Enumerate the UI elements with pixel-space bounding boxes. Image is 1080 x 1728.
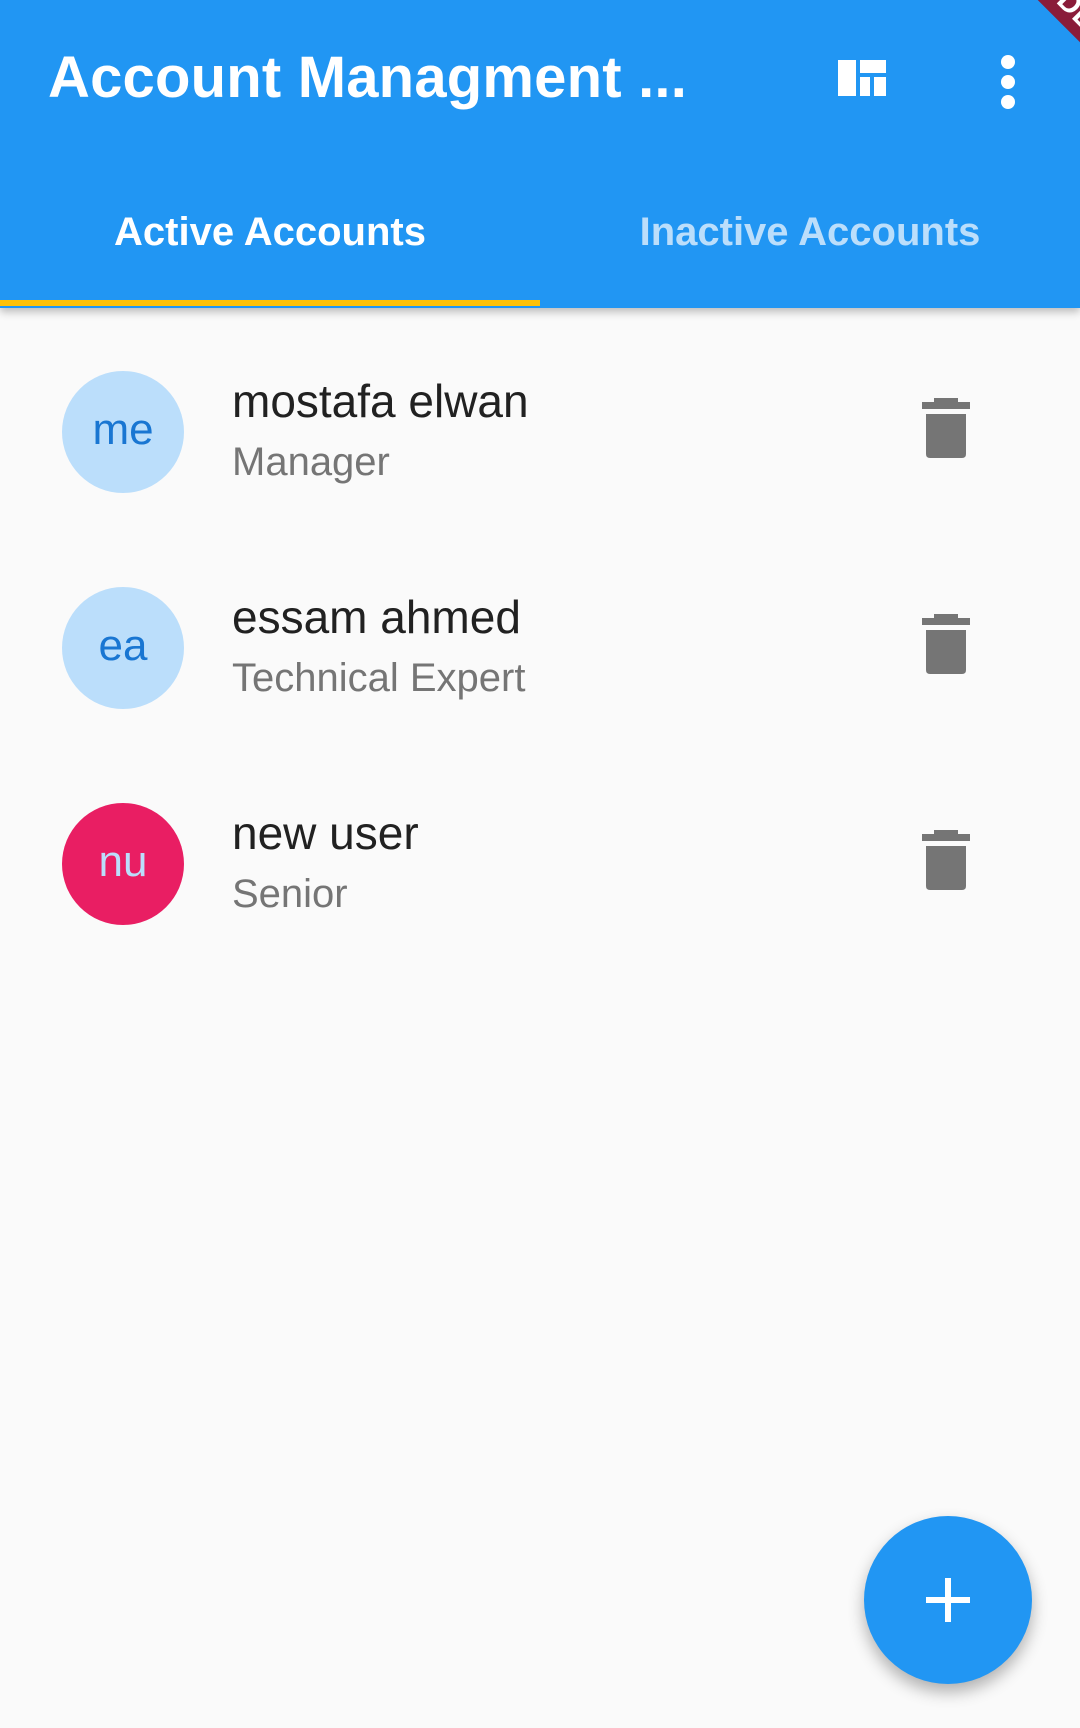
- list-item[interactable]: ea essam ahmed Technical Expert: [0, 532, 1080, 748]
- account-name: essam ahmed: [232, 591, 521, 643]
- dashboard-icon: [838, 60, 886, 96]
- avatar: me: [62, 371, 184, 493]
- add-account-button[interactable]: [864, 1516, 1032, 1684]
- account-role: Manager: [232, 440, 390, 484]
- app-bar: Account Managment ... Active Accounts In…: [0, 0, 1080, 308]
- add-icon: [926, 1578, 970, 1622]
- tab-active-accounts[interactable]: Active Accounts: [0, 190, 540, 308]
- account-name: mostafa elwan: [232, 375, 529, 427]
- debug-label: DEBUG: [1008, 0, 1080, 110]
- avatar: nu: [62, 803, 184, 925]
- delete-button[interactable]: [918, 612, 974, 676]
- account-role: Senior: [232, 872, 348, 916]
- avatar: ea: [62, 587, 184, 709]
- delete-button[interactable]: [918, 396, 974, 460]
- account-name: new user: [232, 807, 419, 859]
- tab-indicator: [0, 300, 540, 306]
- tab-inactive-accounts[interactable]: Inactive Accounts: [540, 190, 1080, 308]
- debug-banner: DEBUG: [970, 0, 1080, 110]
- list-item[interactable]: me mostafa elwan Manager: [0, 316, 1080, 532]
- list-item[interactable]: nu new user Senior: [0, 748, 1080, 964]
- delete-icon: [922, 398, 970, 458]
- page-title: Account Managment ...: [48, 45, 688, 110]
- dashboard-button[interactable]: [832, 54, 896, 110]
- delete-icon: [922, 614, 970, 674]
- delete-icon: [922, 830, 970, 890]
- account-role: Technical Expert: [232, 656, 526, 700]
- delete-button[interactable]: [918, 828, 974, 892]
